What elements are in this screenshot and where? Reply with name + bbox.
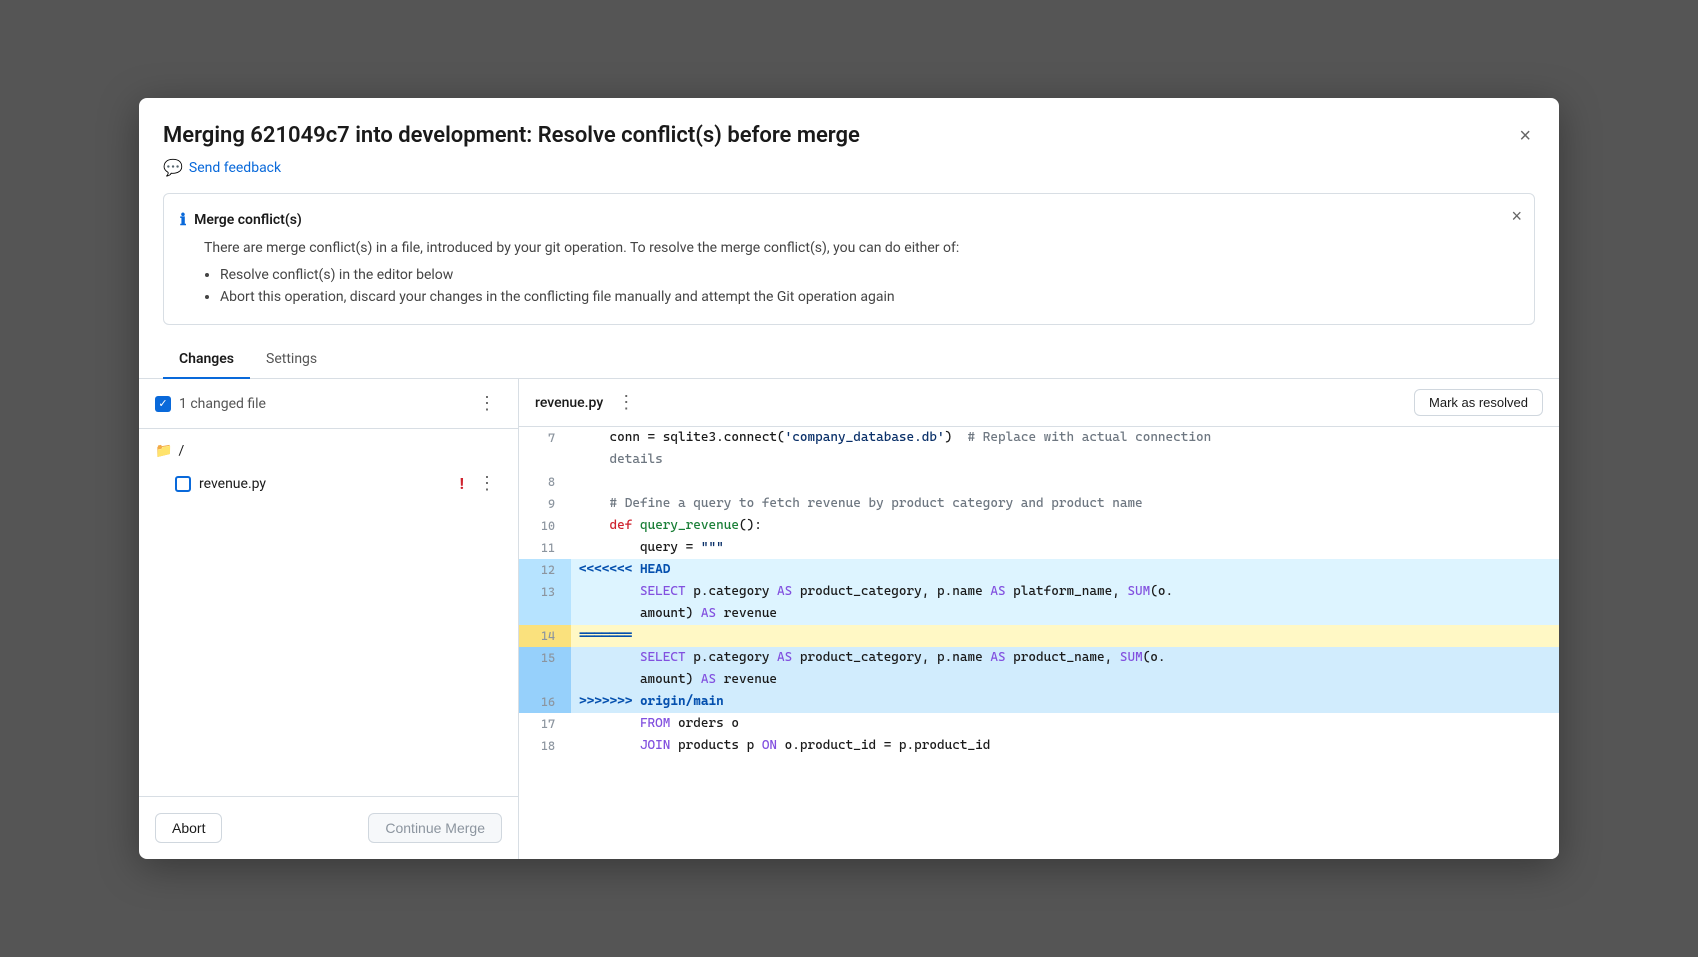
info-icon: ℹ [180,210,186,229]
files-menu-button[interactable]: ⋮ [472,391,502,416]
bottom-actions: Abort Continue Merge [139,796,518,859]
feedback-icon: 💬 [163,158,183,177]
code-line-7: 7 conn = sqlite3.connect('company_databa… [519,427,1559,449]
feedback-link[interactable]: 💬 Send feedback [139,150,1559,193]
code-line-9: 9 # Define a query to fetch revenue by p… [519,493,1559,515]
alert-box: ℹ Merge conflict(s) There are merge conf… [163,193,1535,325]
content-area: 1 changed file ⋮ 📁 / revenue.py ! ⋮ Abor… [139,379,1559,859]
editor-filename: revenue.py [535,395,603,411]
tab-settings[interactable]: Settings [250,341,333,379]
folder-item-root: 📁 / [139,437,518,465]
file-checkbox[interactable] [175,476,191,492]
code-line-12: 12 <<<<<<< HEAD [519,559,1559,581]
folder-icon: 📁 [155,443,172,459]
left-panel: 1 changed file ⋮ 📁 / revenue.py ! ⋮ Abor… [139,379,519,859]
code-line-11: 11 query = """ [519,537,1559,559]
alert-bullet-2: Abort this operation, discard your chang… [220,286,1518,308]
code-editor[interactable]: 7 conn = sqlite3.connect('company_databa… [519,427,1559,859]
file-tree: 📁 / revenue.py ! ⋮ [139,429,518,796]
alert-header: ℹ Merge conflict(s) [180,210,1518,229]
right-panel: revenue.py ⋮ Mark as resolved 7 conn = s… [519,379,1559,859]
editor-header: revenue.py ⋮ Mark as resolved [519,379,1559,427]
folder-name: / [178,443,184,459]
code-line-18: 18 JOIN products p ON o.product_id = p.p… [519,735,1559,757]
code-line-10: 10 def query_revenue(): [519,515,1559,537]
changed-files-count: 1 changed file [179,396,266,412]
file-name: revenue.py [199,476,452,492]
code-line-7b: details [519,449,1559,471]
tab-changes[interactable]: Changes [163,341,250,379]
feedback-label: Send feedback [189,160,281,176]
continue-merge-button[interactable]: Continue Merge [368,813,502,843]
files-checkbox[interactable] [155,396,171,412]
changed-files-label: 1 changed file [155,396,266,412]
alert-close-button[interactable]: × [1511,206,1522,227]
code-line-17: 17 FROM orders o [519,713,1559,735]
modal-header: Merging 621049c7 into development: Resol… [139,98,1559,151]
file-item-revenue[interactable]: revenue.py ! ⋮ [139,465,518,502]
changed-files-header: 1 changed file ⋮ [139,379,518,429]
code-line-15: 15 SELECT p.category AS product_category… [519,647,1559,669]
alert-description: There are merge conflict(s) in a file, i… [204,240,959,256]
code-line-8: 8 [519,471,1559,493]
conflict-badge: ! [460,474,464,493]
tabs-bar: Changes Settings [139,341,1559,379]
code-line-14: 14 ======= [519,625,1559,647]
close-button[interactable]: × [1515,122,1535,150]
editor-menu-button[interactable]: ⋮ [611,390,641,415]
modal-title: Merging 621049c7 into development: Resol… [163,122,860,151]
code-line-15b: amount) AS revenue [519,669,1559,691]
code-line-16: 16 >>>>>>> origin/main [519,691,1559,713]
alert-title: Merge conflict(s) [194,212,302,228]
alert-body: There are merge conflict(s) in a file, i… [180,237,1518,308]
merge-conflict-modal: Merging 621049c7 into development: Resol… [139,98,1559,860]
abort-button[interactable]: Abort [155,813,222,843]
file-menu-button[interactable]: ⋮ [472,471,502,496]
alert-bullets: Resolve conflict(s) in the editor below … [204,264,1518,309]
mark-resolved-button[interactable]: Mark as resolved [1414,389,1543,416]
code-line-13: 13 SELECT p.category AS product_category… [519,581,1559,603]
alert-bullet-1: Resolve conflict(s) in the editor below [220,264,1518,286]
code-line-13b: amount) AS revenue [519,603,1559,625]
